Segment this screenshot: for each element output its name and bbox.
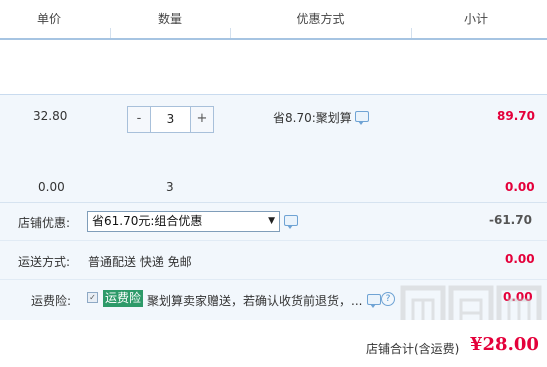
help-icon[interactable]: ? [381,292,395,306]
quantity-increase-button[interactable]: + [190,107,213,132]
row-divider [0,240,547,241]
item-discount-text: 省8.70:聚划算 [273,111,352,125]
insurance-checkbox[interactable]: ✓ [87,292,98,303]
insurance-description: 聚划算卖家赠送，若确认收货前退货，... [147,294,363,308]
chat-icon[interactable] [284,215,298,229]
dropdown-arrow-icon: ▼ [268,216,275,226]
shop-total-value: ¥28.00 [470,334,539,355]
column-header-subtotal: 小计 [463,12,488,26]
shop-total-label: 店铺合计(含运费) [366,342,460,356]
quantity-decrease-button[interactable]: - [128,107,151,132]
extra-item-quantity: 3 [166,180,174,194]
shop-discount-amount: -61.70 [489,213,532,227]
column-header-price: 单价 [36,12,61,26]
quantity-input[interactable]: 3 [151,107,190,132]
insurance-label: 运费险: [31,294,72,308]
cart-table-header: 单价 数量 优惠方式 小计 [0,0,547,40]
quantity-stepper[interactable]: - 3 + [127,106,214,133]
shop-discount-select[interactable]: 省61.70元:组合优惠 ▼ [87,211,280,232]
item-subtotal: 89.70 [497,109,535,123]
chat-icon[interactable] [355,111,369,125]
column-header-quantity: 数量 [157,12,182,26]
extra-item-subtotal: 0.00 [505,180,535,194]
shop-discount-label: 店铺优惠: [18,216,71,230]
column-header-discount: 优惠方式 [296,12,345,26]
shipping-label: 运送方式: [18,255,71,269]
order-footer: 店铺合计(含运费) ¥28.00 [0,320,547,367]
insurance-badge: 运费险 [103,290,144,307]
shipping-amount: 0.00 [505,252,535,266]
row-divider [0,279,547,280]
item-unit-price: 32.80 [33,109,68,123]
shipping-method: 普通配送 快递 免邮 [88,255,192,269]
chat-icon[interactable] [367,294,381,308]
shop-discount-selected-value: 省61.70元:组合优惠 [92,214,203,228]
extra-item-price: 0.00 [38,180,65,194]
